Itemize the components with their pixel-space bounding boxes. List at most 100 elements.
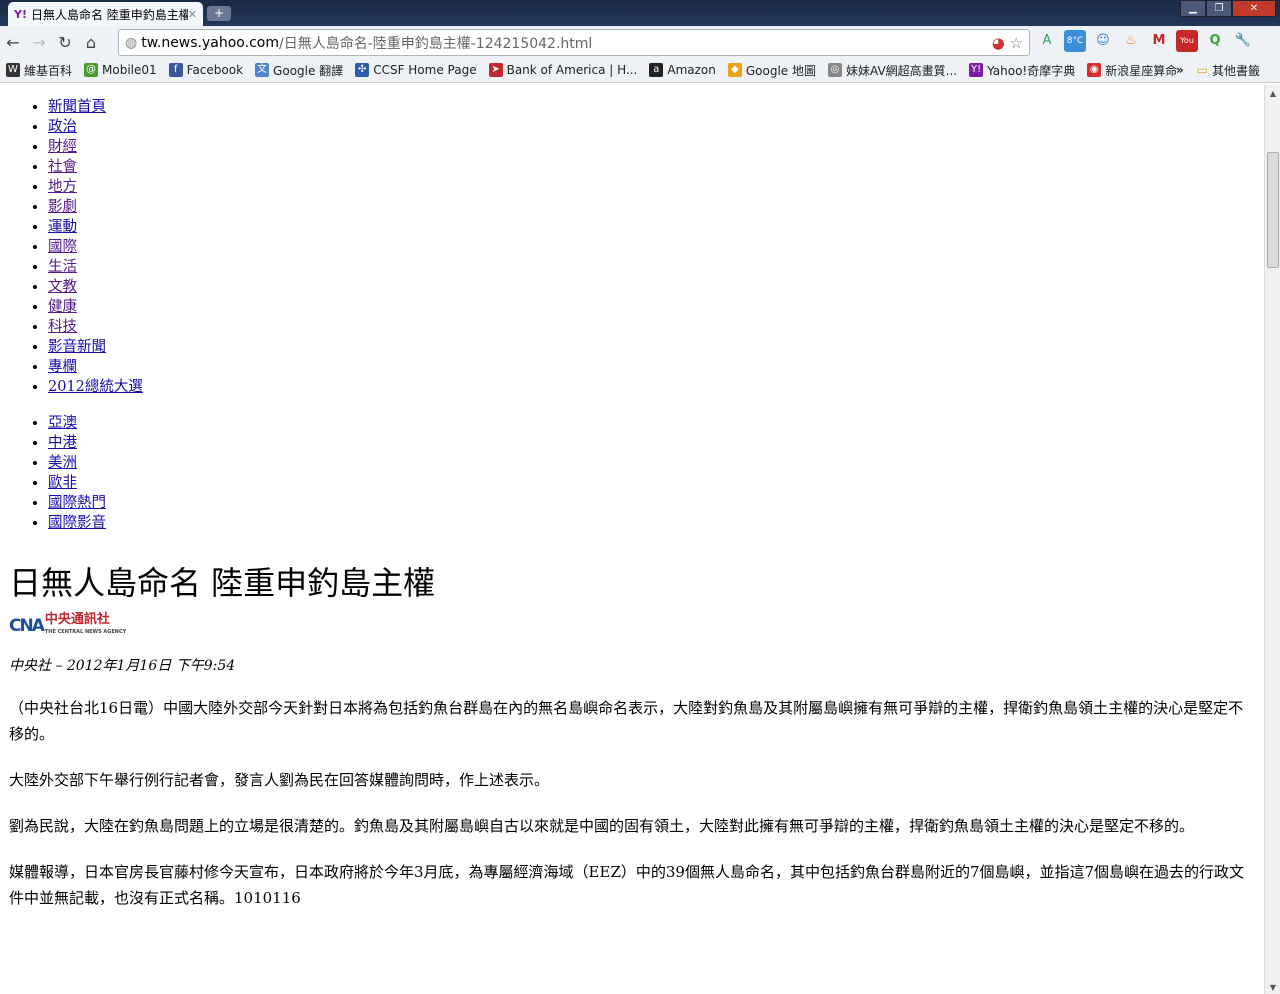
scrollbar-thumb[interactable]: [1267, 152, 1279, 268]
bookmark-favicon-icon: a: [649, 63, 664, 77]
scroll-down-icon[interactable]: ▼: [1265, 983, 1280, 992]
bookmark-favicon-icon: W: [6, 63, 20, 77]
wrench-menu-icon[interactable]: 🔧: [1232, 30, 1254, 52]
bookmark-favicon-icon: 文: [255, 63, 270, 77]
nav-link[interactable]: 科技: [48, 319, 77, 335]
nav-link[interactable]: 財經: [48, 139, 77, 155]
nav-item: 美洲: [48, 453, 1264, 473]
bookmark-item[interactable]: ◉ 新浪星座算命: [1087, 62, 1177, 79]
nav-link[interactable]: 亞澳: [48, 415, 77, 431]
bookmark-favicon-icon: Y!: [969, 63, 984, 77]
primary-nav: 新聞首頁政治財經社會地方影劇運動國際生活文教健康科技影音新聞專欄 2012總統大選: [48, 97, 1264, 397]
article-paragraph: （中央社台北16日電）中國大陸外交部今天針對日本將為包括釣魚台群島在內的無名島嶼…: [9, 699, 1244, 743]
cna-logo: CNA 中央通訊社 THE CENTRAL NEWS AGENCY: [9, 612, 127, 636]
nav-link[interactable]: 國際熱門: [48, 495, 106, 511]
article-byline: 中央社 – 2012年1月16日 下午9:54: [9, 658, 236, 674]
bookmark-item[interactable]: ◆ Google 地圖: [727, 62, 816, 79]
tab-strip: Y! 日無人島命名 陸重申釣島主權 ✕ + ▁ ❐ ✕: [0, 0, 1280, 26]
nav-item: 社會: [48, 157, 1264, 177]
bookmark-item[interactable]: f Facebook: [168, 63, 244, 77]
nav-link[interactable]: 歐非: [48, 475, 77, 491]
bookmark-item[interactable]: Y! Yahoo!奇摩字典: [969, 62, 1075, 79]
nav-item: 亞澳: [48, 413, 1264, 433]
nav-item: 生活: [48, 257, 1264, 277]
address-bar[interactable]: ◍ tw.news.yahoo.com /日無人島命名-陸重申釣島主權-1242…: [118, 29, 1030, 56]
bookmark-item[interactable]: a Amazon: [649, 63, 716, 77]
nav-link[interactable]: 中港: [48, 435, 77, 451]
youtube-extension-icon[interactable]: You: [1176, 30, 1198, 52]
nav-link[interactable]: 地方: [48, 179, 77, 195]
toolbar: ← → ↻ ⌂ ◍ tw.news.yahoo.com /日無人島命名-陸重申釣…: [0, 26, 1280, 58]
java-extension-icon[interactable]: ♨: [1120, 30, 1142, 52]
restore-button[interactable]: ❐: [1206, 0, 1232, 17]
bookmarks-bar: W 維基百科 @ Mobile01 f Facebook 文 Google 翻譯 ✣ CCSF H…: [0, 58, 1280, 83]
home-icon[interactable]: ⌂: [78, 33, 104, 52]
new-tab-button[interactable]: +: [207, 6, 231, 21]
article-paragraph: 媒體報導，日本官房長官藤村修今天宣布，日本政府將於今年3月底，為專屬經濟海域（E…: [9, 863, 1245, 907]
nav-link[interactable]: 影音新聞: [48, 339, 106, 355]
nav-link[interactable]: 政治: [48, 119, 77, 135]
nav-item: 國際熱門: [48, 493, 1264, 513]
nav-item: 國際影音: [48, 513, 1264, 533]
ghost-extension-icon[interactable]: ☺: [1092, 30, 1114, 52]
back-icon[interactable]: ←: [0, 33, 26, 52]
bookmark-item[interactable]: @ Mobile01: [84, 63, 157, 77]
bookmark-item[interactable]: ➤ Bank of America | H...: [488, 63, 637, 77]
nav-link[interactable]: 新聞首頁: [48, 99, 106, 115]
bookmark-star-icon[interactable]: ◕ ☆: [992, 34, 1023, 52]
nav-item: 影音新聞: [48, 337, 1264, 357]
article-title: 日無人島命名 陸重申釣島主權: [9, 564, 436, 602]
nav-link[interactable]: 國際影音: [48, 515, 106, 531]
nav-link[interactable]: 美洲: [48, 455, 77, 471]
bookmark-item[interactable]: W 維基百科: [6, 62, 72, 79]
nav-link[interactable]: 專欄: [48, 359, 77, 375]
article-paragraph: 大陸外交部下午舉行例行記者會，發言人劉為民在回答媒體詢問時，作上述表示。: [9, 771, 550, 789]
article-body: （中央社台北16日電）中國大陸外交部今天針對日本將為包括釣魚台群島在內的無名島嶼…: [0, 695, 1264, 911]
globe-icon: ◍: [125, 34, 138, 51]
nav-link[interactable]: 文教: [48, 279, 77, 295]
browser-tab[interactable]: Y! 日無人島命名 陸重申釣島主權 ✕: [8, 2, 203, 26]
bookmarks-overflow-button[interactable]: »: [1176, 63, 1184, 77]
forward-icon[interactable]: →: [26, 33, 52, 52]
bookmark-label: 維基百科: [24, 63, 73, 78]
nav-link[interactable]: 2012總統大選: [48, 379, 143, 395]
vertical-scrollbar[interactable]: ▲ ▼: [1264, 85, 1280, 994]
url-host: tw.news.yahoo.com: [141, 34, 279, 51]
bookmark-item[interactable]: 文 Google 翻譯: [255, 62, 343, 79]
bookmark-label: Facebook: [186, 63, 244, 77]
bookmark-label: Yahoo!奇摩字典: [987, 63, 1076, 78]
nav-link[interactable]: 社會: [48, 159, 77, 175]
bookmark-label: 新浪星座算命: [1105, 63, 1178, 78]
bookmark-label: 妹妹AV網超高畫質...: [846, 63, 958, 78]
bookmark-favicon-icon: ◉: [1087, 63, 1102, 77]
bookmark-item[interactable]: ✣ CCSF Home Page: [355, 63, 477, 77]
nav-item: 影劇: [48, 197, 1264, 217]
secondary-nav: 亞澳中港美洲歐非國際熱門國際影音: [48, 413, 1264, 533]
scroll-up-icon[interactable]: ▲: [1265, 89, 1280, 98]
close-window-button[interactable]: ✕: [1232, 0, 1276, 17]
tab-title: 日無人島命名 陸重申釣島主權: [30, 7, 188, 22]
close-tab-icon[interactable]: ✕: [188, 8, 197, 21]
nav-link[interactable]: 國際: [48, 239, 77, 255]
bookmark-favicon-icon: ◎: [828, 63, 842, 77]
bookmark-label: Google 地圖: [745, 63, 816, 78]
translate-extension-icon[interactable]: A: [1036, 30, 1058, 52]
other-bookmarks[interactable]: ▭ 其他書籤: [1197, 62, 1260, 79]
article-paragraph: 劉為民說，大陸在釣魚島問題上的立場是很清楚的。釣魚島及其附屬島嶼自古以來就是中國…: [9, 817, 1195, 835]
yahoo-favicon-icon: Y!: [14, 7, 27, 21]
gmail-extension-icon[interactable]: M: [1148, 30, 1170, 52]
bookmark-item[interactable]: ◎ 妹妹AV網超高畫質...: [828, 62, 957, 79]
nav-item: 2012總統大選: [48, 377, 1264, 397]
reload-icon[interactable]: ↻: [52, 33, 78, 52]
weather-extension-icon[interactable]: 8°C: [1064, 30, 1086, 52]
nav-item: 新聞首頁: [48, 97, 1264, 117]
minimize-button[interactable]: ▁: [1180, 0, 1206, 17]
nav-link[interactable]: 運動: [48, 219, 77, 235]
extension-q-icon[interactable]: Q: [1204, 30, 1226, 52]
nav-link[interactable]: 影劇: [48, 199, 77, 215]
bookmark-label: Google 翻譯: [273, 63, 344, 78]
nav-link[interactable]: 生活: [48, 259, 77, 275]
bookmark-favicon-icon: ✣: [355, 63, 370, 77]
nav-link[interactable]: 健康: [48, 299, 77, 315]
nav-item: 歐非: [48, 473, 1264, 493]
